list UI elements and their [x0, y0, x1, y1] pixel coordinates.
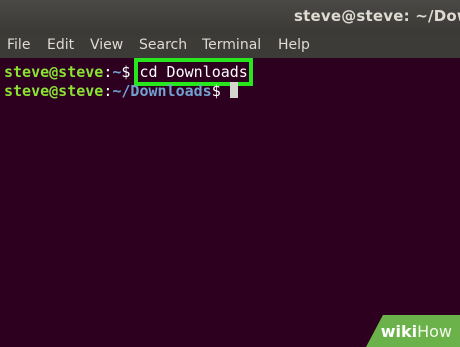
menu-view[interactable]: View [90, 37, 123, 53]
terminal-window: steve@steve: ~/Down File Edit View Searc… [0, 0, 460, 347]
menu-bar: File Edit View Search Terminal Help [0, 34, 460, 58]
menu-help[interactable]: Help [278, 37, 310, 53]
prompt-symbol: $ [211, 82, 230, 100]
terminal-line: steve@steve:~/Downloads$ [4, 80, 238, 102]
title-bar[interactable]: steve@steve: ~/Down [0, 0, 460, 34]
menu-edit[interactable]: Edit [47, 37, 74, 53]
watermark-logo: wikiHow [381, 322, 452, 341]
menu-file[interactable]: File [7, 37, 30, 53]
prompt-symbol: $ [121, 63, 140, 81]
text-cursor [229, 82, 238, 98]
watermark-part1: wiki [380, 322, 418, 341]
prompt-path: ~/Downloads [112, 82, 212, 100]
prompt-user: steve@steve [4, 82, 104, 100]
highlighted-command: cd Downloads [134, 58, 253, 86]
prompt-user: steve@steve [4, 63, 104, 81]
watermark-part2: How [417, 322, 452, 341]
menu-search[interactable]: Search [139, 37, 187, 53]
terminal-output[interactable]: steve@steve:~$ cd Downloads steve@steve:… [0, 58, 460, 347]
menu-terminal[interactable]: Terminal [202, 37, 261, 53]
window-title: steve@steve: ~/Down [294, 7, 460, 25]
